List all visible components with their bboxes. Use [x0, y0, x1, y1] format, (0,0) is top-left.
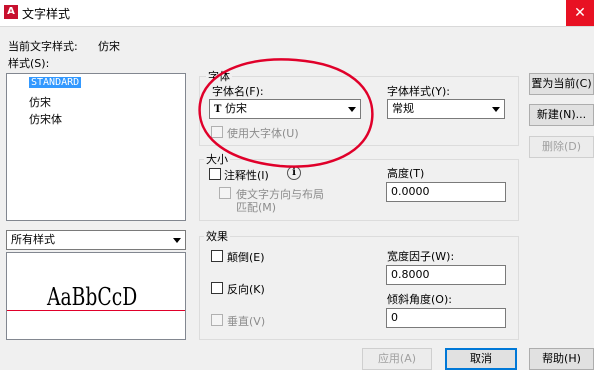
backwards-label: 反向(K)	[227, 283, 265, 296]
match-orientation-label-2: 匹配(M)	[236, 201, 277, 214]
use-bigfont-checkbox[interactable]	[211, 126, 223, 138]
current-style-label: 当前文字样式:	[8, 40, 78, 53]
autocad-app-icon: A	[4, 5, 18, 19]
font-name-value: 仿宋	[224, 102, 247, 115]
chevron-down-icon	[348, 107, 356, 112]
effects-group-label: 效果	[204, 228, 230, 244]
cancel-button[interactable]: 取消	[445, 348, 517, 370]
current-style-value: 仿宋	[98, 40, 120, 53]
list-item-standard[interactable]: STANDARD	[29, 77, 82, 88]
width-factor-input[interactable]: 0.8000	[386, 265, 506, 285]
styles-list[interactable]: STANDARD 仿宋 仿宋体	[6, 73, 186, 221]
font-name-dropdown[interactable]: T 仿宋	[209, 99, 361, 119]
delete-button[interactable]: 删除(D)	[529, 136, 594, 158]
preview-pane: AaBbCcD	[6, 252, 186, 340]
font-style-dropdown[interactable]: 常规	[387, 99, 505, 119]
set-current-button[interactable]: 置为当前(C)	[529, 73, 594, 95]
height-input[interactable]: 0.0000	[386, 182, 506, 202]
truetype-font-icon: T	[214, 104, 222, 115]
list-item-fangsongti[interactable]: 仿宋体	[29, 111, 62, 127]
list-item-fangsong[interactable]: 仿宋	[29, 94, 51, 110]
vertical-checkbox[interactable]	[211, 314, 223, 326]
vertical-label: 垂直(V)	[227, 315, 266, 328]
info-icon[interactable]: i	[287, 166, 301, 180]
oblique-angle-label: 倾斜角度(O):	[387, 293, 452, 306]
font-group-label: 字体	[206, 68, 232, 84]
size-group-label: 大小	[204, 151, 230, 167]
new-style-button[interactable]: 新建(N)...	[529, 104, 594, 126]
oblique-angle-input[interactable]: 0	[386, 308, 506, 328]
backwards-checkbox[interactable]	[211, 282, 223, 294]
window-title: 文字样式	[22, 7, 71, 21]
preview-baseline	[7, 310, 185, 311]
chevron-down-icon	[492, 107, 500, 112]
font-name-label: 字体名(F):	[212, 85, 264, 98]
upside-down-checkbox[interactable]	[211, 250, 223, 262]
match-orientation-checkbox[interactable]	[219, 187, 231, 199]
styles-label: 样式(S):	[8, 57, 50, 70]
height-label: 高度(T)	[387, 167, 425, 180]
annotative-label: 注释性(I)	[224, 169, 269, 182]
upside-down-label: 颠倒(E)	[227, 251, 265, 264]
style-filter-dropdown[interactable]: 所有样式	[6, 230, 186, 250]
width-factor-label: 宽度因子(W):	[387, 250, 455, 263]
title-bar: A 文字样式 ✕	[0, 0, 594, 27]
close-button[interactable]: ✕	[566, 0, 594, 26]
style-filter-value: 所有样式	[11, 233, 55, 246]
font-style-label: 字体样式(Y):	[387, 85, 451, 98]
chevron-down-icon	[173, 238, 181, 243]
annotative-checkbox[interactable]	[209, 168, 221, 180]
help-button[interactable]: 帮助(H)	[529, 348, 594, 370]
font-style-value: 常规	[392, 102, 414, 115]
preview-text: AaBbCcD	[47, 283, 138, 311]
apply-button[interactable]: 应用(A)	[362, 348, 432, 370]
use-bigfont-label: 使用大字体(U)	[227, 127, 299, 140]
